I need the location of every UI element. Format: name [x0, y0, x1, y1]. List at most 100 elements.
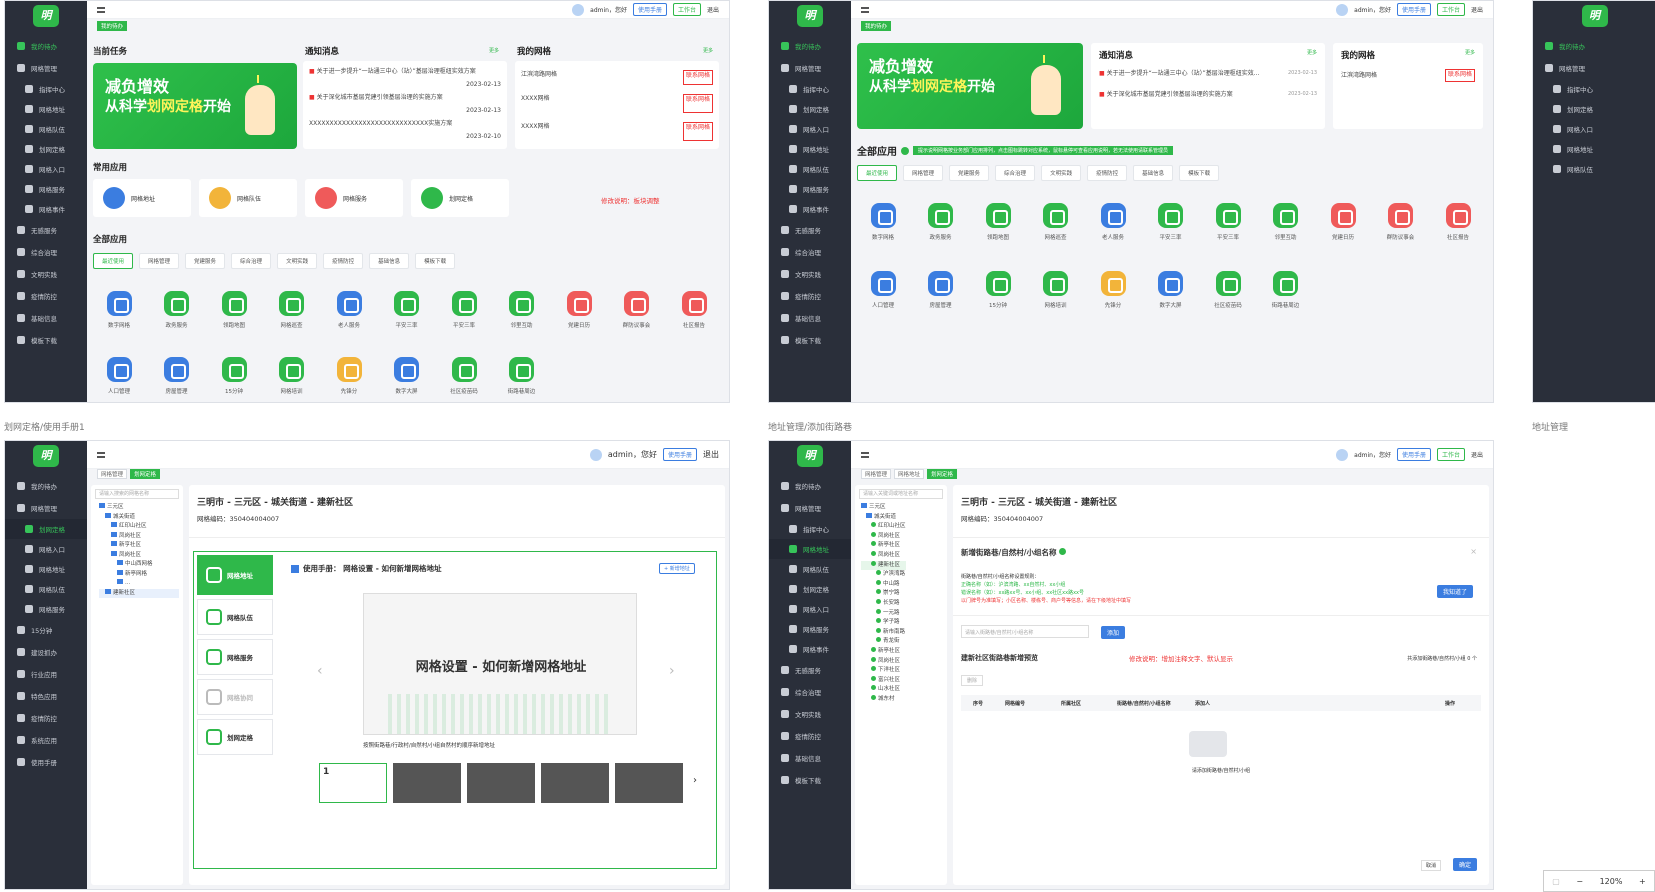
- thumb[interactable]: 1: [319, 763, 387, 803]
- cat-tab[interactable]: 文明实践: [1041, 165, 1082, 181]
- thumb[interactable]: [467, 763, 535, 803]
- app-tile[interactable]: 政务服务: [149, 291, 205, 329]
- app-tile[interactable]: 邻里互助: [1258, 203, 1314, 241]
- app-tile[interactable]: 社区报告: [1430, 203, 1486, 241]
- nav-governance[interactable]: 综合治理: [5, 241, 87, 263]
- app-tile[interactable]: 人口管理: [855, 271, 911, 309]
- tree-search-input[interactable]: 请输入搜索的网格名称: [95, 489, 179, 499]
- thumb-next-icon[interactable]: ›: [693, 775, 697, 786]
- app-tile[interactable]: 党建日历: [1315, 203, 1371, 241]
- help-icon[interactable]: [1059, 548, 1067, 555]
- nav-item[interactable]: 基础信息: [769, 747, 851, 769]
- cat-tab[interactable]: 疫情防控: [323, 253, 364, 269]
- logout-button[interactable]: 退出: [703, 449, 719, 460]
- menu-toggle-icon[interactable]: [97, 451, 105, 458]
- tree-node[interactable]: 富兴社区: [861, 675, 906, 686]
- nav-command[interactable]: 指挥中心: [5, 79, 87, 99]
- nav-item[interactable]: 网格地址: [769, 539, 851, 559]
- tree-node[interactable]: 红印山社区: [861, 522, 906, 532]
- cat-tab[interactable]: 综合治理: [231, 253, 272, 269]
- tree-node[interactable]: 新亭社区: [861, 646, 906, 657]
- app-tile[interactable]: 房屋管理: [913, 271, 969, 309]
- cat-tab[interactable]: 综合治理: [995, 165, 1036, 181]
- cat-tab[interactable]: 网格管理: [903, 165, 944, 181]
- nav-item[interactable]: 综合治理: [769, 681, 851, 703]
- grid-row[interactable]: 江滨湾路网格 联系网格: [1341, 69, 1475, 82]
- nav-mytodo[interactable]: 我的待办: [5, 35, 87, 57]
- help-icon[interactable]: [901, 146, 909, 155]
- nav-team[interactable]: 网格队伍: [5, 119, 87, 139]
- nav-command[interactable]: 指挥中心: [769, 79, 851, 99]
- app-tile[interactable]: 人口管理: [91, 357, 147, 395]
- nav-item[interactable]: 网格入口: [769, 599, 851, 619]
- manual-button[interactable]: 使用手册: [1396, 3, 1431, 16]
- nav-item[interactable]: 使用手册: [5, 751, 87, 773]
- nav-download[interactable]: 模板下载: [769, 329, 851, 351]
- ok-button[interactable]: 确定: [1452, 858, 1477, 871]
- nav-civility[interactable]: 文明实践: [769, 263, 851, 285]
- nav-entry[interactable]: 网格入口: [1533, 119, 1655, 139]
- nav-address[interactable]: 网格地址: [769, 139, 851, 159]
- cancel-button[interactable]: 取消: [1420, 860, 1441, 871]
- tree-node[interactable]: 崇宁路: [861, 589, 906, 599]
- tab-mytodo[interactable]: 我的待办: [861, 21, 892, 31]
- tree-node[interactable]: 山水社区: [861, 685, 906, 695]
- tree-node[interactable]: 三元区: [99, 503, 179, 513]
- nav-download[interactable]: 模板下载: [5, 329, 87, 351]
- guide-address[interactable]: 网格地址: [197, 555, 273, 595]
- tab[interactable]: 网格管理: [861, 469, 892, 479]
- nav-item[interactable]: 网格地址: [5, 559, 87, 579]
- app-tile[interactable]: 先锋分: [1085, 271, 1141, 309]
- nav-item[interactable]: 模板下载: [769, 769, 851, 791]
- manual-button[interactable]: 使用手册: [662, 448, 697, 461]
- nav-team[interactable]: 网格队伍: [1533, 159, 1655, 179]
- menu-toggle-icon[interactable]: [97, 6, 105, 13]
- nav-item[interactable]: 指挥中心: [769, 519, 851, 539]
- common-app[interactable]: 划网定格: [411, 179, 509, 217]
- app-tile[interactable]: 社区报告: [666, 291, 722, 329]
- nav-item[interactable]: 特色应用: [5, 685, 87, 707]
- cat-tab[interactable]: 基础信息: [1133, 165, 1174, 181]
- add-address-button[interactable]: + 新增地址: [659, 563, 695, 574]
- tree-node[interactable]: 城东村: [861, 694, 906, 705]
- nav-define[interactable]: 划网定格: [1533, 99, 1655, 119]
- workbench-button[interactable]: 工作台: [1436, 448, 1465, 461]
- tree-node[interactable]: 一元路: [861, 608, 906, 619]
- nav-gridmgmt[interactable]: 网格管理: [1533, 57, 1655, 79]
- app-tile[interactable]: 网格巡查: [264, 291, 320, 329]
- menu-toggle-icon[interactable]: [861, 451, 869, 458]
- app-tile[interactable]: 数字大屏: [1143, 271, 1199, 309]
- cat-tab[interactable]: 文明实践: [277, 253, 318, 269]
- grid-row[interactable]: XXXX网格 联系网格: [521, 113, 713, 141]
- delete-button[interactable]: 删除: [961, 675, 984, 686]
- nav-address[interactable]: 网格地址: [5, 99, 87, 119]
- tree-node-selected[interactable]: 建新社区: [861, 560, 906, 571]
- cat-tab[interactable]: 网格管理: [139, 253, 180, 269]
- nav-epidemic[interactable]: 疫情防控: [769, 285, 851, 307]
- thumb[interactable]: [393, 763, 461, 803]
- tree-node[interactable]: 学子路: [861, 618, 906, 628]
- tree-node[interactable]: 凤岗社区: [99, 531, 179, 542]
- nav-mytodo[interactable]: 我的待办: [769, 35, 851, 57]
- tree-node[interactable]: 城关街道: [861, 512, 906, 523]
- app-tile[interactable]: 数字网格: [855, 203, 911, 241]
- tab-define[interactable]: 划网定格: [130, 469, 161, 479]
- notice-item[interactable]: ■ 关于进一步提升“一站通三中心（站）”基层治理枢纽实效方案: [309, 65, 501, 78]
- app-tile[interactable]: 15分钟: [206, 357, 262, 395]
- notice-item[interactable]: ■ 关于进一步提升“一站通三中心（站）”基层治理枢纽实效... 2023-02-1…: [1099, 67, 1317, 80]
- app-tile[interactable]: 邻里互助: [494, 291, 550, 329]
- nav-item[interactable]: 无感服务: [769, 659, 851, 681]
- nav-item[interactable]: 行业应用: [5, 663, 87, 685]
- app-tile[interactable]: 党建日历: [551, 291, 607, 329]
- app-tile[interactable]: 政务服务: [913, 203, 969, 241]
- nav-item[interactable]: 15分钟: [5, 619, 87, 641]
- app-tile[interactable]: 数字网格: [91, 291, 147, 329]
- app-tile[interactable]: 领跑地图: [970, 203, 1026, 241]
- nav-item[interactable]: 我的待办: [5, 475, 87, 497]
- notice-more-link[interactable]: 更多: [1307, 49, 1317, 61]
- close-icon[interactable]: ×: [1470, 547, 1477, 556]
- nav-item[interactable]: 系统应用: [5, 729, 87, 751]
- tab-gridmgmt[interactable]: 网格管理: [97, 469, 128, 479]
- app-tile[interactable]: 老人服务: [1085, 203, 1141, 241]
- tab-mytodo[interactable]: 我的待办: [97, 21, 128, 31]
